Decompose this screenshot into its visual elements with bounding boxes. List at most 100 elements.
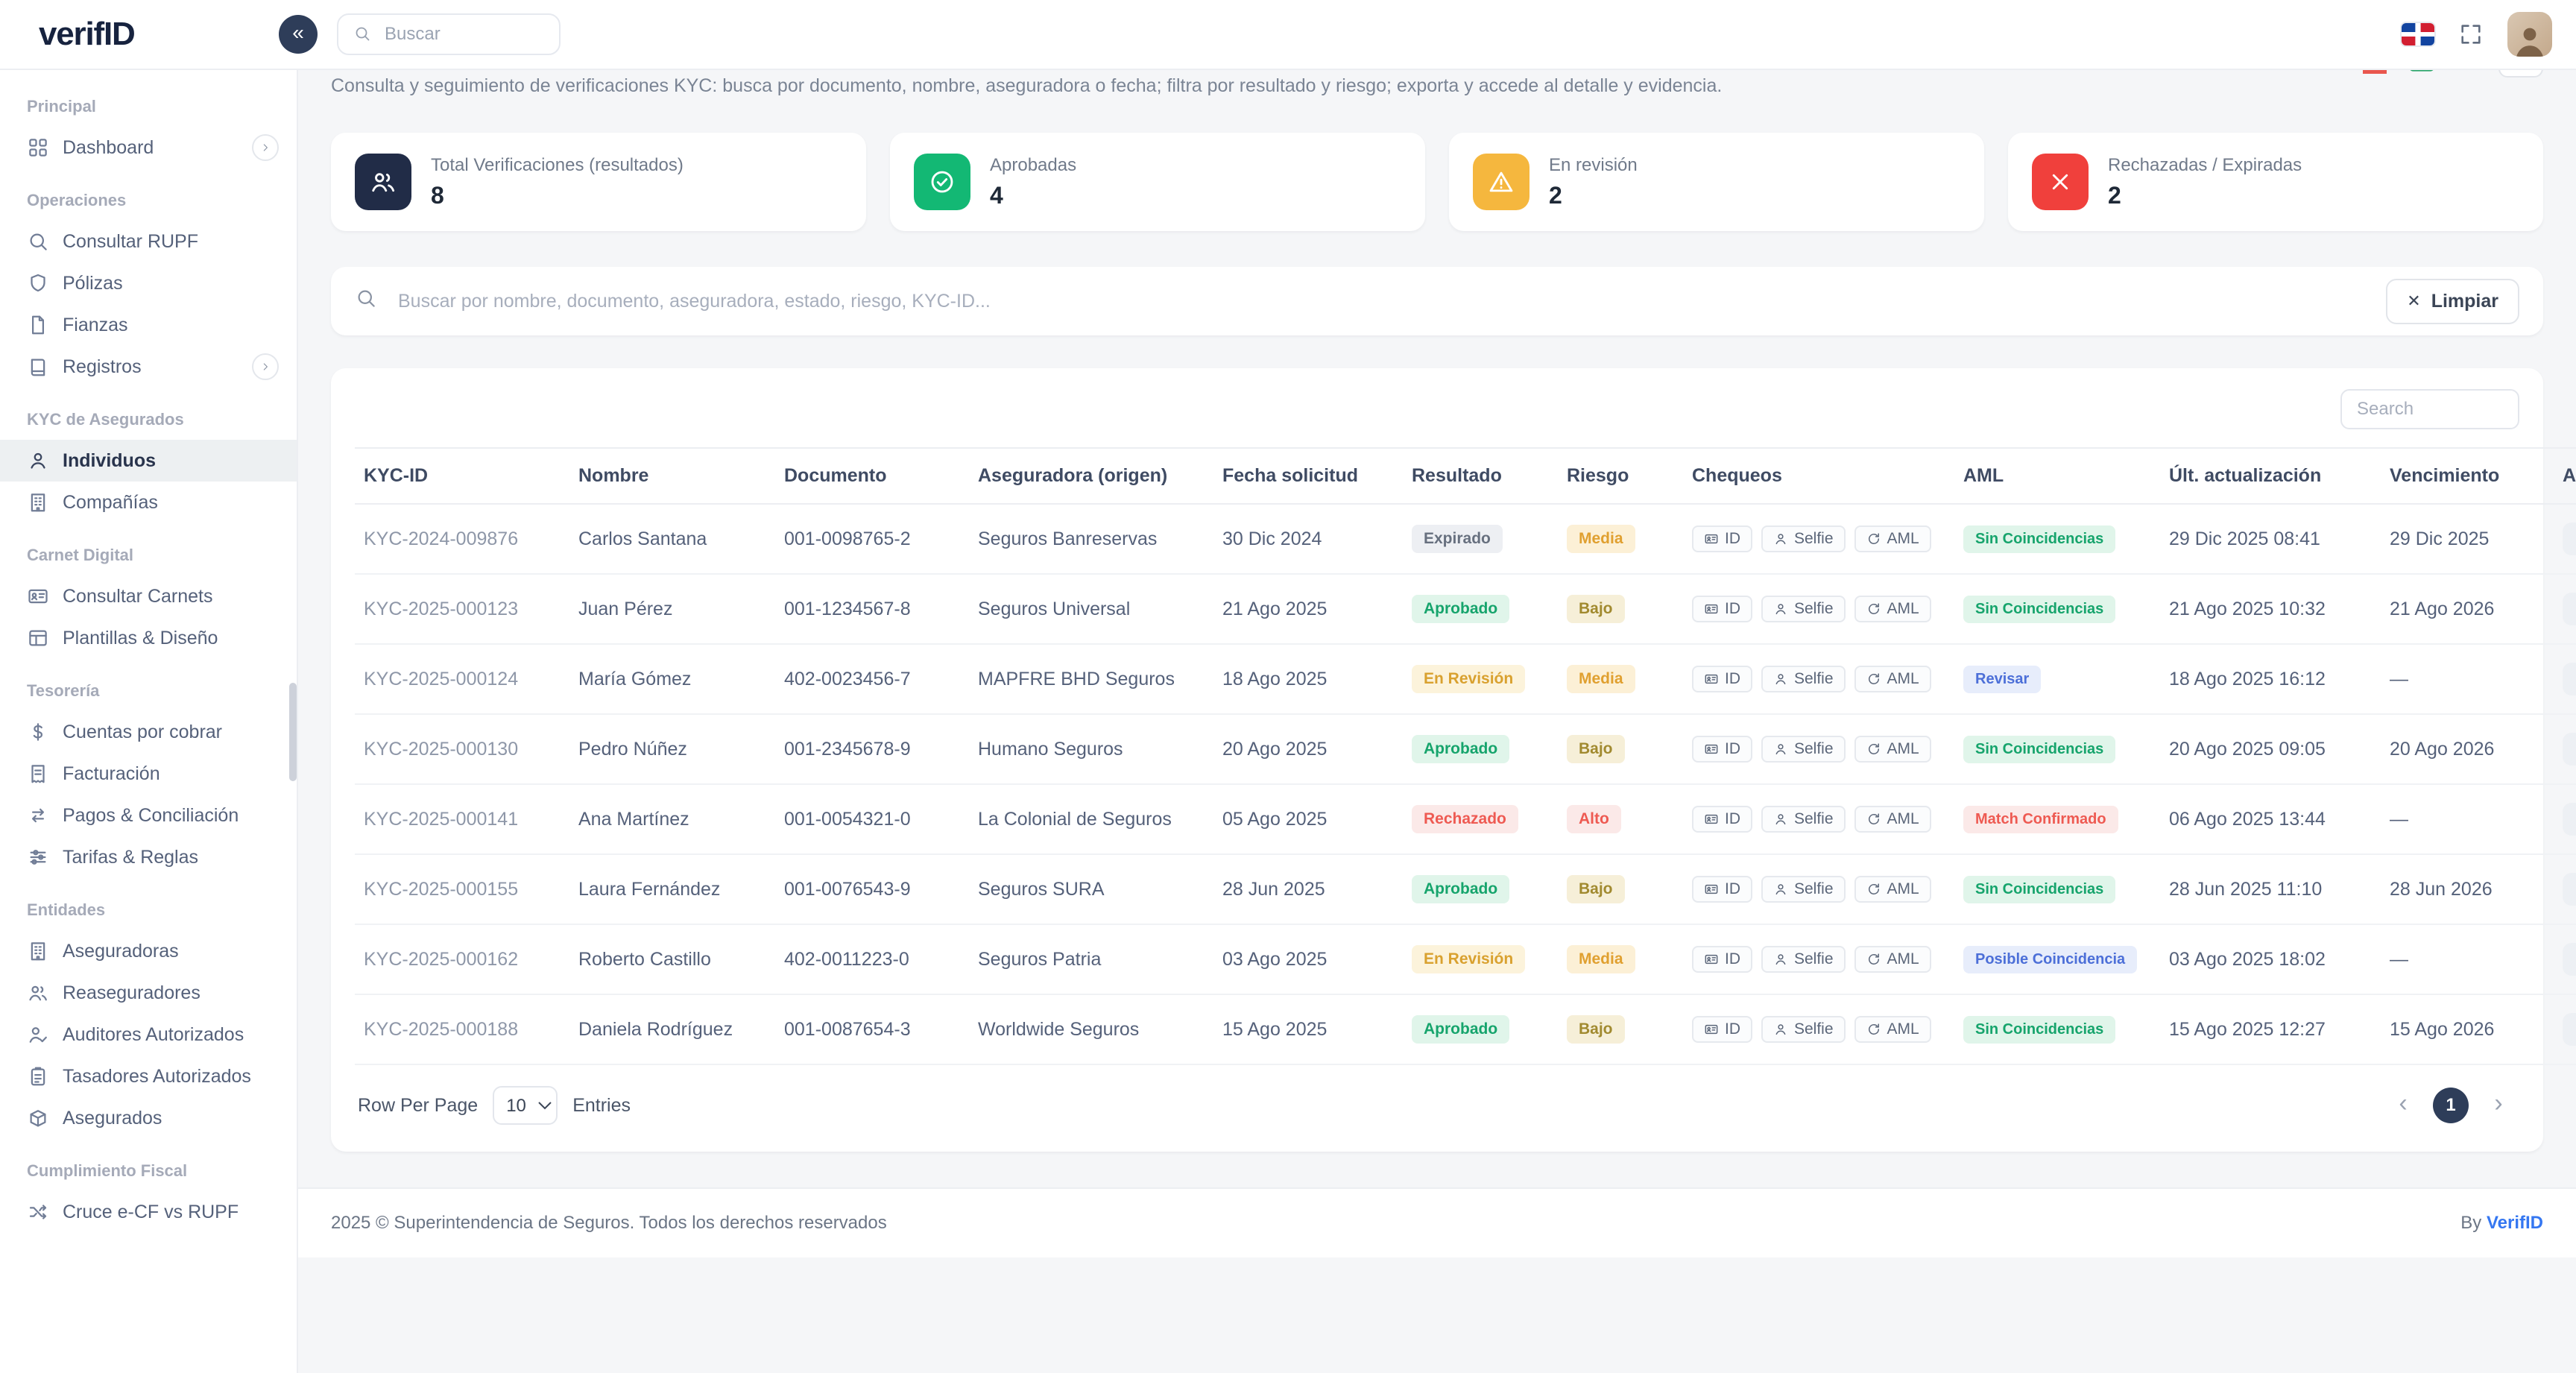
sidebar-item-individuos[interactable]: Individuos xyxy=(0,440,297,482)
brand-logo[interactable]: verifID xyxy=(0,16,298,53)
result-badge: Aprobado xyxy=(1412,875,1509,903)
sidebar-item-consultar-rupf[interactable]: Consultar RUPF xyxy=(0,221,297,262)
check-chip-label: ID xyxy=(1725,670,1740,688)
sidebar-item-consultar-carnets[interactable]: Consultar Carnets xyxy=(0,575,297,617)
sidebar-item-reaseguradores[interactable]: Reaseguradores xyxy=(0,972,297,1014)
topbar: verifID « xyxy=(0,0,2576,69)
check-chip-aml: AML xyxy=(1854,1016,1931,1043)
column-header-ult-actualizacion: Últ. actualización xyxy=(2160,448,2381,504)
check-chip-label: AML xyxy=(1887,1020,1919,1038)
sidebar-item-aseguradoras[interactable]: Aseguradoras xyxy=(0,930,297,972)
cell-fecha-solicitud: 18 Ago 2025 xyxy=(1213,644,1403,714)
sidebar-item-asegurados[interactable]: Asegurados xyxy=(0,1097,297,1139)
file-icon xyxy=(27,314,49,336)
check-chip-label: Selfie xyxy=(1794,1020,1834,1038)
sidebar-item-auditores-autorizados[interactable]: Auditores Autorizados xyxy=(0,1014,297,1055)
view-details-button[interactable] xyxy=(2563,1013,2576,1046)
sidebar-item-companias[interactable]: Compañías xyxy=(0,482,297,523)
view-details-button[interactable] xyxy=(2563,593,2576,625)
risk-badge: Alto xyxy=(1567,805,1621,833)
cell-aseguradora: Seguros Patria xyxy=(969,924,1213,994)
clear-filters-button[interactable]: ✕ Limpiar xyxy=(2386,279,2519,324)
cell-aseguradora: Seguros Universal xyxy=(969,574,1213,644)
kyc-id-link[interactable]: KYC-2024-009876 xyxy=(364,528,518,549)
sidebar-item-pagos-conciliacion[interactable]: Pagos & Conciliación xyxy=(0,795,297,836)
check-circle-icon-box xyxy=(914,154,970,210)
sidebar-item-tasadores-autorizados[interactable]: Tasadores Autorizados xyxy=(0,1055,297,1097)
view-details-button[interactable] xyxy=(2563,523,2576,555)
aml-badge: Sin Coincidencias xyxy=(1963,596,2115,623)
search-icon xyxy=(353,25,371,42)
page-1-button[interactable]: 1 xyxy=(2433,1088,2469,1123)
check-chip-label: ID xyxy=(1725,600,1740,618)
stat-card-en-revision: En revisión2 xyxy=(1449,133,1984,231)
check-chip-label: AML xyxy=(1887,810,1919,828)
verifid-link[interactable]: VerifID xyxy=(2487,1213,2543,1233)
sidebar: PrincipalDashboardOperacionesConsultar R… xyxy=(0,69,298,1373)
pagination: ‹ 1 › xyxy=(2385,1088,2516,1123)
sidebar-item-label: Tarifas & Reglas xyxy=(63,847,198,868)
risk-badge: Bajo xyxy=(1567,735,1625,763)
global-search-input[interactable] xyxy=(382,22,544,46)
sidebar-item-label: Dashboard xyxy=(63,137,154,159)
filter-bar: ✕ Limpiar xyxy=(331,267,2543,335)
rotate-icon xyxy=(1866,531,1881,546)
check-chip-aml: AML xyxy=(1854,666,1931,692)
sidebar-item-label: Compañías xyxy=(63,492,158,514)
fullscreen-button[interactable] xyxy=(2458,22,2484,47)
kyc-id-link[interactable]: KYC-2025-000188 xyxy=(364,1019,518,1040)
cell-aseguradora: MAPFRE BHD Seguros xyxy=(969,644,1213,714)
cell-fecha-solicitud: 30 Dic 2024 xyxy=(1213,504,1403,574)
sidebar-item-dashboard[interactable]: Dashboard xyxy=(0,127,297,168)
table-row: KYC-2025-000162Roberto Castillo402-00112… xyxy=(355,924,2576,994)
check-chip-id: ID xyxy=(1692,596,1752,622)
check-chip-label: Selfie xyxy=(1794,880,1834,898)
user-icon xyxy=(1773,952,1788,967)
sidebar-item-polizas[interactable]: Pólizas xyxy=(0,262,297,304)
sidebar-collapse-button[interactable]: « xyxy=(279,15,318,54)
sidebar-item-facturacion[interactable]: Facturación xyxy=(0,753,297,795)
sidebar-scrollbar[interactable] xyxy=(289,683,297,781)
check-chip-id: ID xyxy=(1692,1016,1752,1043)
sidebar-nav: PrincipalDashboardOperacionesConsultar R… xyxy=(0,75,297,1233)
user-avatar[interactable] xyxy=(2507,12,2552,57)
check-chip-id: ID xyxy=(1692,806,1752,833)
main-content: KYC de Asegurados — Individuos Consulta … xyxy=(298,0,2576,1257)
sidebar-item-fianzas[interactable]: Fianzas xyxy=(0,304,297,346)
check-chip-label: AML xyxy=(1887,950,1919,968)
sidebar-item-tarifas-reglas[interactable]: Tarifas & Reglas xyxy=(0,836,297,878)
cell-fecha-solicitud: 21 Ago 2025 xyxy=(1213,574,1403,644)
cell-documento: 001-1234567-8 xyxy=(775,574,969,644)
view-details-button[interactable] xyxy=(2563,873,2576,906)
kyc-id-link[interactable]: KYC-2025-000130 xyxy=(364,739,518,760)
cell-ultima-actualizacion: 29 Dic 2025 08:41 xyxy=(2160,504,2381,574)
kyc-id-link[interactable]: KYC-2025-000141 xyxy=(364,809,518,830)
kyc-results-table: KYC-IDNombreDocumentoAseguradora (origen… xyxy=(355,447,2576,1065)
next-page-button[interactable]: › xyxy=(2481,1088,2516,1123)
sidebar-item-cuentas-por-cobrar[interactable]: Cuentas por cobrar xyxy=(0,711,297,753)
stat-value: 4 xyxy=(990,182,1076,209)
previous-page-button[interactable]: ‹ xyxy=(2385,1088,2421,1123)
cell-fecha-solicitud: 20 Ago 2025 xyxy=(1213,714,1403,784)
cell-vencimiento: 21 Ago 2026 xyxy=(2381,574,2554,644)
result-badge: Aprobado xyxy=(1412,1015,1509,1044)
kyc-id-link[interactable]: KYC-2025-000162 xyxy=(364,949,518,970)
sidebar-item-plantillas-diseno[interactable]: Plantillas & Diseño xyxy=(0,617,297,659)
sidebar-section-principal: Principal xyxy=(0,75,297,127)
kyc-id-link[interactable]: KYC-2025-000155 xyxy=(364,879,518,900)
kyc-id-link[interactable]: KYC-2025-000124 xyxy=(364,669,518,689)
filter-search-input[interactable] xyxy=(395,289,2368,314)
view-details-button[interactable] xyxy=(2563,803,2576,836)
kyc-id-link[interactable]: KYC-2025-000123 xyxy=(364,599,518,619)
table-row: KYC-2025-000124María Gómez402-0023456-7M… xyxy=(355,644,2576,714)
sidebar-item-cruce-e-cf-vs-rupf[interactable]: Cruce e-CF vs RUPF xyxy=(0,1191,297,1233)
page-size-select[interactable]: 10 xyxy=(493,1086,558,1125)
view-details-button[interactable] xyxy=(2563,663,2576,695)
view-details-button[interactable] xyxy=(2563,943,2576,976)
table-search-input[interactable] xyxy=(2340,389,2519,429)
user-icon xyxy=(27,449,49,472)
language-flag-button[interactable] xyxy=(2402,23,2434,45)
sidebar-item-registros[interactable]: Registros xyxy=(0,346,297,388)
view-details-button[interactable] xyxy=(2563,733,2576,766)
card-icon xyxy=(1704,1022,1719,1037)
